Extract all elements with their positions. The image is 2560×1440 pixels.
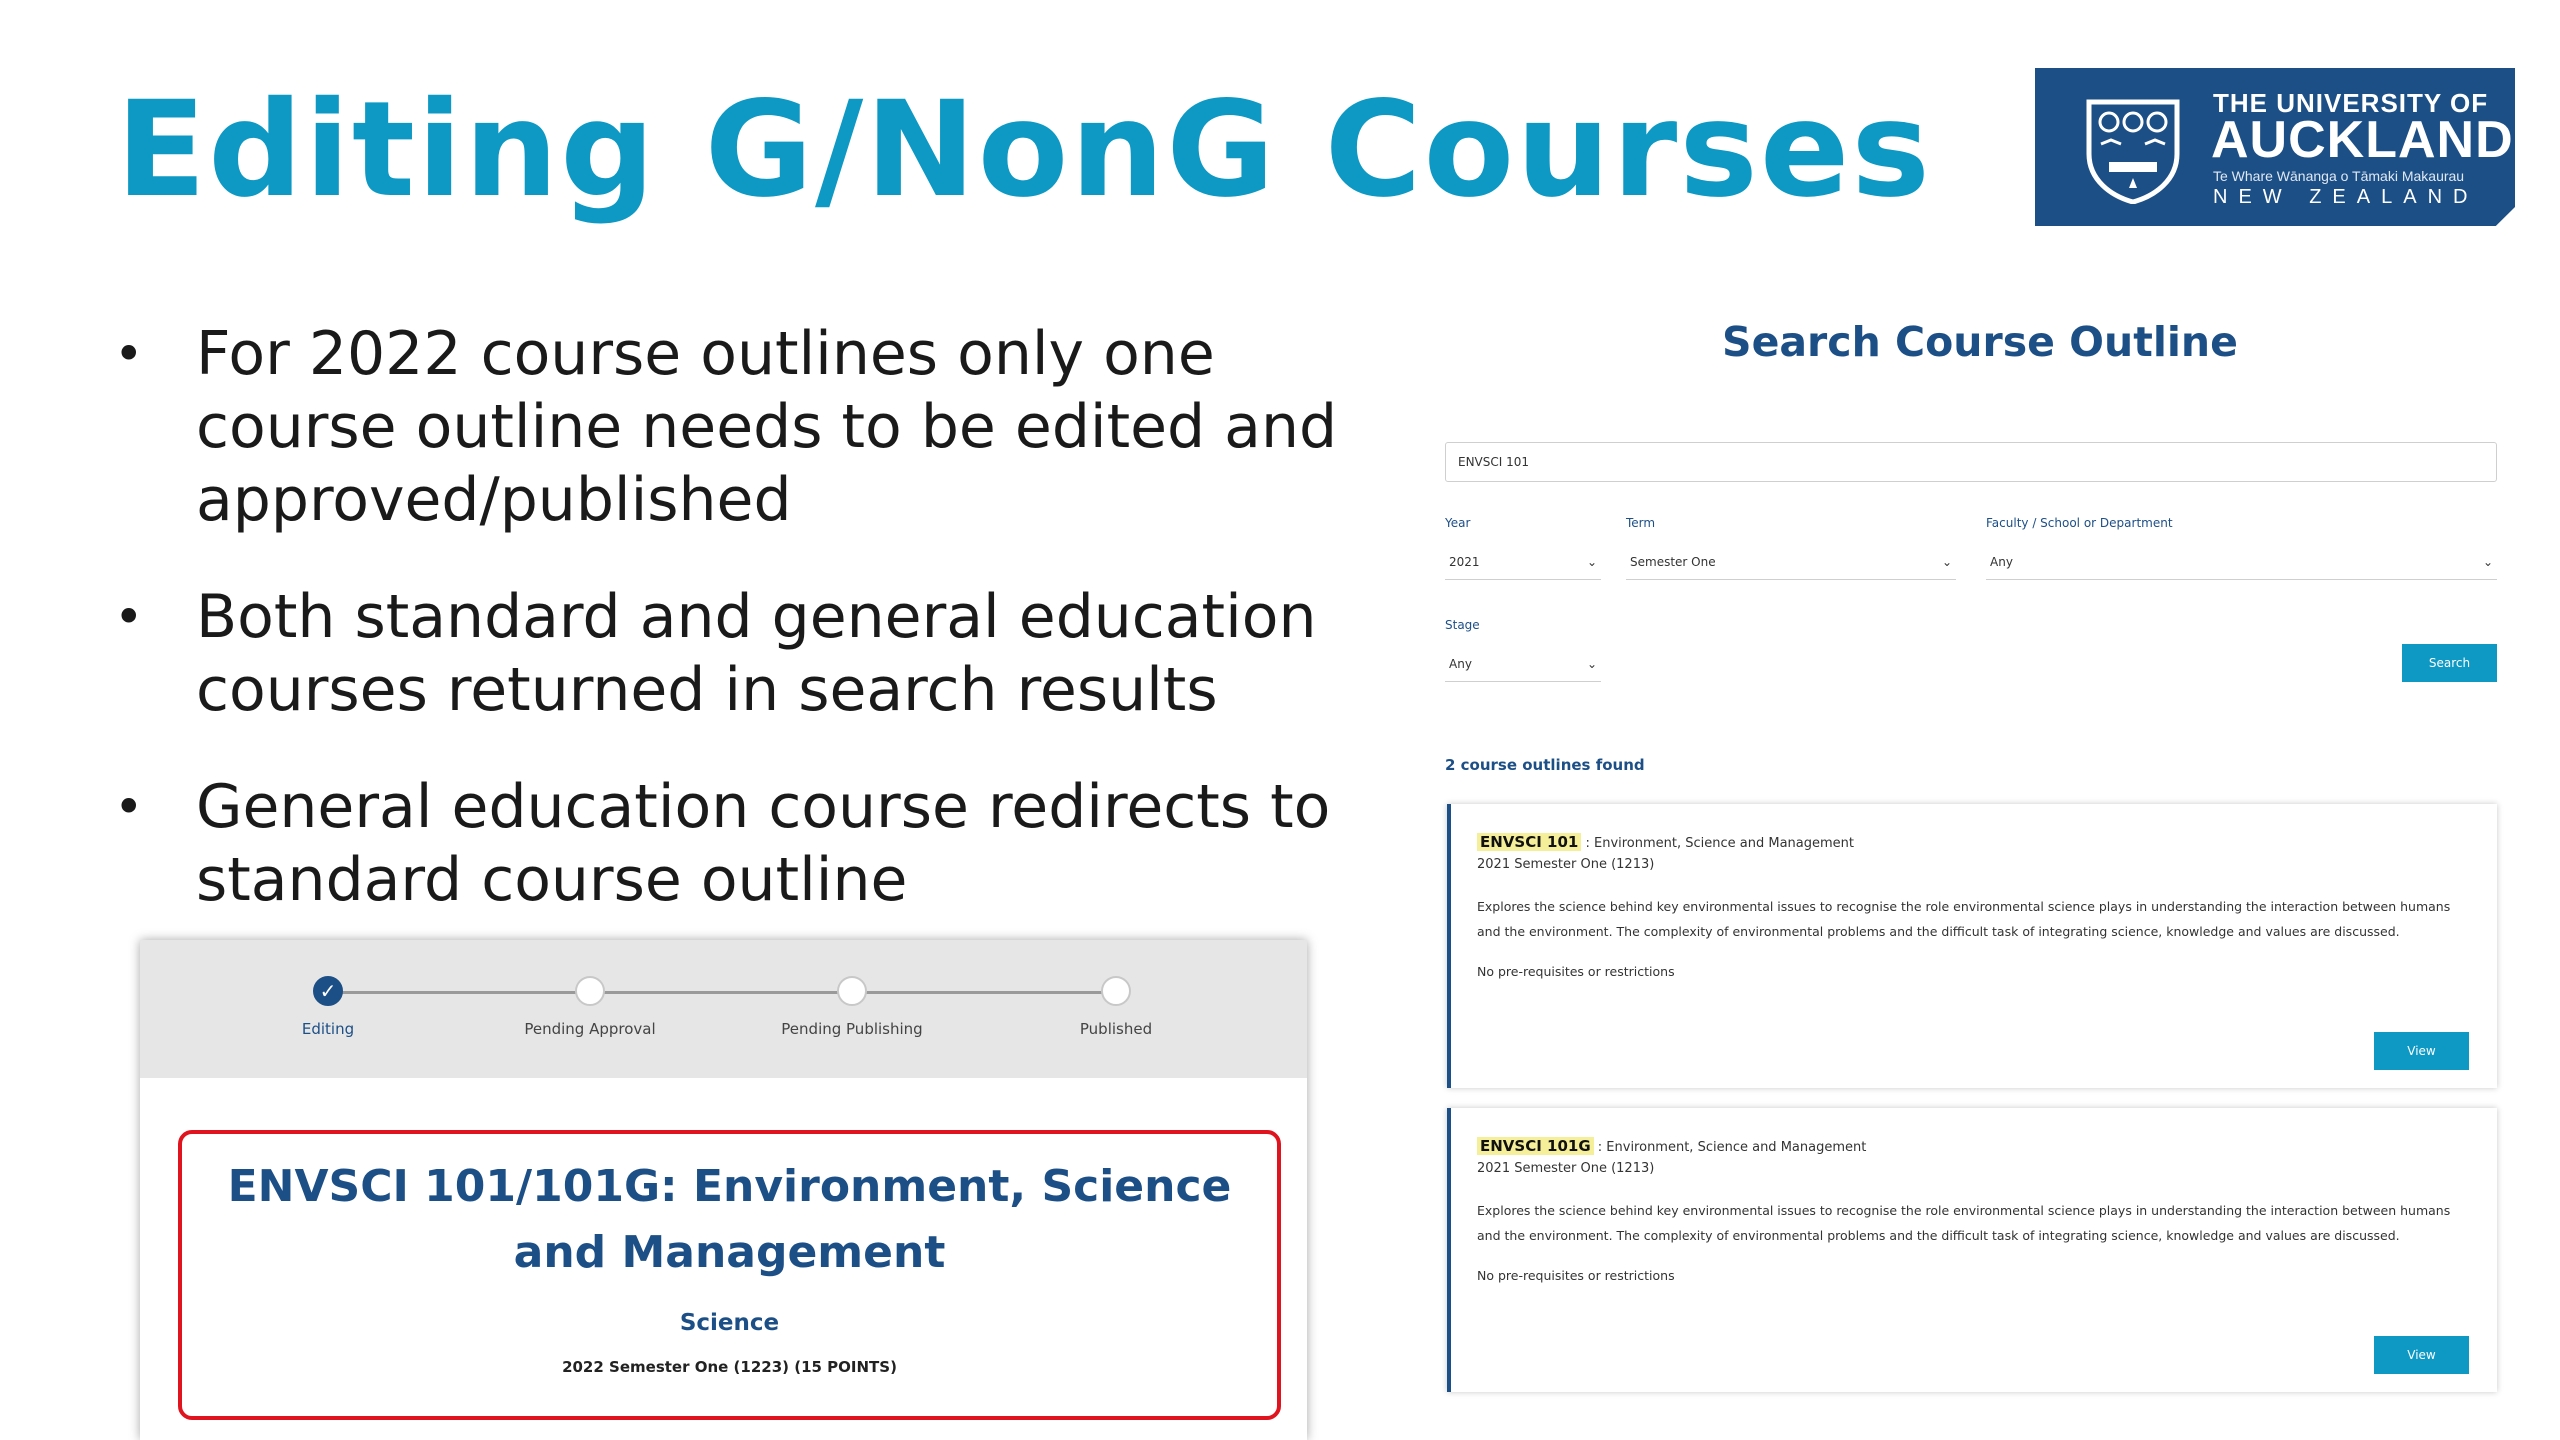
course-code[interactable]: ENVSCI 101G (1477, 1137, 1594, 1155)
course-prereq: No pre-requisites or restrictions (1477, 964, 1675, 979)
workflow-panel: ✓ Editing Pending Approval Pending Publi… (140, 940, 1307, 1440)
course-description: Explores the science behind key environm… (1477, 899, 2451, 939)
term-select[interactable]: Semester One ⌄ (1626, 544, 1956, 580)
course-semester: 2021 Semester One (1213) (1477, 1161, 1655, 1176)
logo-line-3: Te Whare Wānanga o Tāmaki Makaurau (2213, 168, 2465, 184)
bullet-item: • Both standard and general education cou… (114, 582, 1317, 725)
bullet-dot-icon: • (114, 778, 144, 836)
step-label: Editing (301, 1020, 355, 1038)
logo-line-2: AUCKLAND (2211, 111, 2514, 169)
chevron-down-icon: ⌄ (2482, 555, 2493, 569)
step-circle-icon (1101, 976, 1131, 1006)
slide-title: Editing G/NonG Courses (116, 73, 1932, 227)
bullet-item: • For 2022 course outlines only one cours… (114, 319, 1338, 535)
result-card[interactable]: ENVSCI 101 : Environment, Science and Ma… (1447, 804, 2497, 1088)
result-card[interactable]: ENVSCI 101G : Environment, Science and M… (1447, 1108, 2497, 1392)
step-pending-approval[interactable]: Pending Approval (490, 976, 690, 1038)
term-label: Term (1626, 516, 1656, 530)
course-highlight-box: ENVSCI 101/101G: Environment, Science an… (178, 1130, 1281, 1420)
workflow-steps-bar: ✓ Editing Pending Approval Pending Publi… (140, 940, 1307, 1078)
view-button[interactable]: View (2374, 1032, 2469, 1070)
search-button[interactable]: Search (2402, 644, 2497, 682)
step-pending-publishing[interactable]: Pending Publishing (752, 976, 952, 1038)
course-semester: 2021 Semester One (1213) (1477, 857, 1655, 872)
step-editing[interactable]: ✓ Editing (228, 976, 428, 1038)
search-input[interactable] (1445, 442, 2497, 482)
search-title: Search Course Outline (1722, 318, 2238, 366)
crest-icon (2086, 99, 2180, 204)
course-prereq: No pre-requisites or restrictions (1477, 1268, 1675, 1283)
bullet-item: • General education course redirects to s… (114, 772, 1331, 915)
progress-line (328, 991, 1118, 994)
year-select[interactable]: 2021 ⌄ (1445, 544, 1601, 580)
course-title: ENVSCI 101/101G: Environment, Science an… (227, 1161, 1232, 1278)
results-count: 2 course outlines found (1445, 756, 1645, 774)
chevron-down-icon: ⌄ (1941, 555, 1952, 569)
step-label: Pending Approval (524, 1020, 656, 1038)
bullet-dot-icon: • (114, 325, 144, 383)
step-circle-icon (575, 976, 605, 1006)
course-faculty: Science (679, 1310, 780, 1336)
check-icon: ✓ (313, 976, 343, 1006)
stage-select[interactable]: Any ⌄ (1445, 646, 1601, 682)
faculty-select[interactable]: Any ⌄ (1986, 544, 2497, 580)
course-code[interactable]: ENVSCI 101 (1477, 833, 1582, 851)
logo-line-4: NEW ZEALAND (2213, 186, 2479, 208)
step-circle-icon (837, 976, 867, 1006)
course-description: Explores the science behind key environm… (1477, 1203, 2451, 1243)
chevron-down-icon: ⌄ (1586, 657, 1597, 671)
stage-label: Stage (1445, 618, 1480, 632)
chevron-down-icon: ⌄ (1586, 555, 1597, 569)
bullet-list: • For 2022 course outlines only one cours… (108, 318, 1388, 961)
course-name: : Environment, Science and Management (1593, 1140, 1867, 1155)
course-name: : Environment, Science and Management (1581, 836, 1855, 851)
step-label: Pending Publishing (781, 1020, 923, 1038)
faculty-label: Faculty / School or Department (1986, 516, 2173, 530)
university-logo: THE UNIVERSITY OF AUCKLAND Te Whare Wāna… (2035, 68, 2515, 226)
step-published[interactable]: Published (1016, 976, 1216, 1038)
bullet-dot-icon: • (114, 588, 144, 646)
course-meta: 2022 Semester One (1223) (15 POINTS) (562, 1358, 897, 1376)
step-label: Published (1079, 1020, 1153, 1038)
year-label: Year (1445, 516, 1471, 530)
view-button[interactable]: View (2374, 1336, 2469, 1374)
